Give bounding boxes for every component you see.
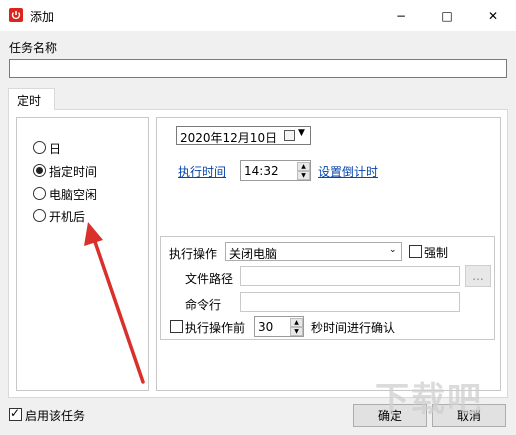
- force-checkbox[interactable]: [409, 245, 422, 258]
- window-title: 添加: [30, 10, 55, 24]
- task-name-label: 任务名称: [9, 41, 58, 55]
- radio-day-indicator[interactable]: [33, 141, 46, 154]
- date-picker[interactable]: 2020年12月10日 ▼: [176, 126, 311, 145]
- radio-idle[interactable]: 电脑空闲: [33, 186, 113, 202]
- enable-task-checkbox[interactable]: [9, 406, 22, 421]
- confirm-seconds-spinner[interactable]: 30 ▲ ▼: [254, 316, 304, 337]
- confirm-suffix: 秒时间进行确认: [311, 321, 396, 335]
- time-value: 14:32: [244, 164, 279, 178]
- chevron-down-icon[interactable]: ⌄: [389, 245, 397, 255]
- time-spinner-buttons[interactable]: ▲ ▼: [297, 162, 310, 180]
- radio-idle-label: 电脑空闲: [49, 188, 98, 202]
- command-input[interactable]: [240, 292, 460, 312]
- radio-after-boot-indicator[interactable]: [33, 209, 46, 222]
- time-spinner[interactable]: 14:32 ▲ ▼: [240, 160, 311, 181]
- radio-specific-time[interactable]: 指定时间: [33, 163, 113, 179]
- force-label: 强制: [424, 246, 449, 260]
- action-select-value: 关闭电脑: [229, 247, 278, 261]
- radio-day[interactable]: 日: [33, 140, 113, 156]
- countdown-link[interactable]: 设置倒计时: [318, 163, 378, 180]
- command-label: 命令行: [185, 298, 222, 312]
- spin-up-icon[interactable]: ▲: [290, 318, 303, 327]
- watermark: 下载吧: [375, 380, 483, 420]
- annotation-arrow-icon: [84, 222, 145, 384]
- confirm-label: 执行操作前: [185, 321, 246, 335]
- chevron-down-icon[interactable]: ▼: [298, 128, 305, 138]
- spin-up-icon[interactable]: ▲: [297, 162, 310, 171]
- exec-time-link[interactable]: 执行时间: [178, 163, 226, 180]
- close-button[interactable]: ✕: [470, 0, 516, 31]
- enable-task-label: 启用该任务: [25, 409, 86, 423]
- radio-idle-indicator[interactable]: [33, 187, 46, 200]
- action-label: 执行操作: [169, 247, 218, 261]
- radio-specific-time-label: 指定时间: [49, 165, 98, 179]
- spin-down-icon[interactable]: ▼: [297, 171, 310, 180]
- radio-specific-time-indicator[interactable]: [33, 164, 46, 177]
- confirm-spinner-buttons[interactable]: ▲ ▼: [290, 318, 303, 336]
- spin-down-icon[interactable]: ▼: [290, 327, 303, 336]
- radio-day-label: 日: [49, 142, 62, 156]
- task-name-input[interactable]: [9, 59, 507, 78]
- power-icon: [9, 8, 23, 22]
- date-picker-value: 2020年12月10日: [180, 131, 278, 145]
- file-path-label: 文件路径: [185, 272, 234, 286]
- action-select[interactable]: 关闭电脑 ⌄: [225, 242, 402, 261]
- maximize-button[interactable]: □: [424, 0, 470, 31]
- file-path-input[interactable]: [240, 266, 460, 286]
- browse-button[interactable]: ...: [465, 265, 491, 287]
- confirm-seconds-value: 30: [258, 320, 274, 334]
- tab-schedule[interactable]: 定时: [8, 88, 55, 110]
- minimize-button[interactable]: −: [378, 0, 424, 31]
- confirm-checkbox[interactable]: [170, 320, 183, 333]
- calendar-icon[interactable]: [284, 130, 295, 141]
